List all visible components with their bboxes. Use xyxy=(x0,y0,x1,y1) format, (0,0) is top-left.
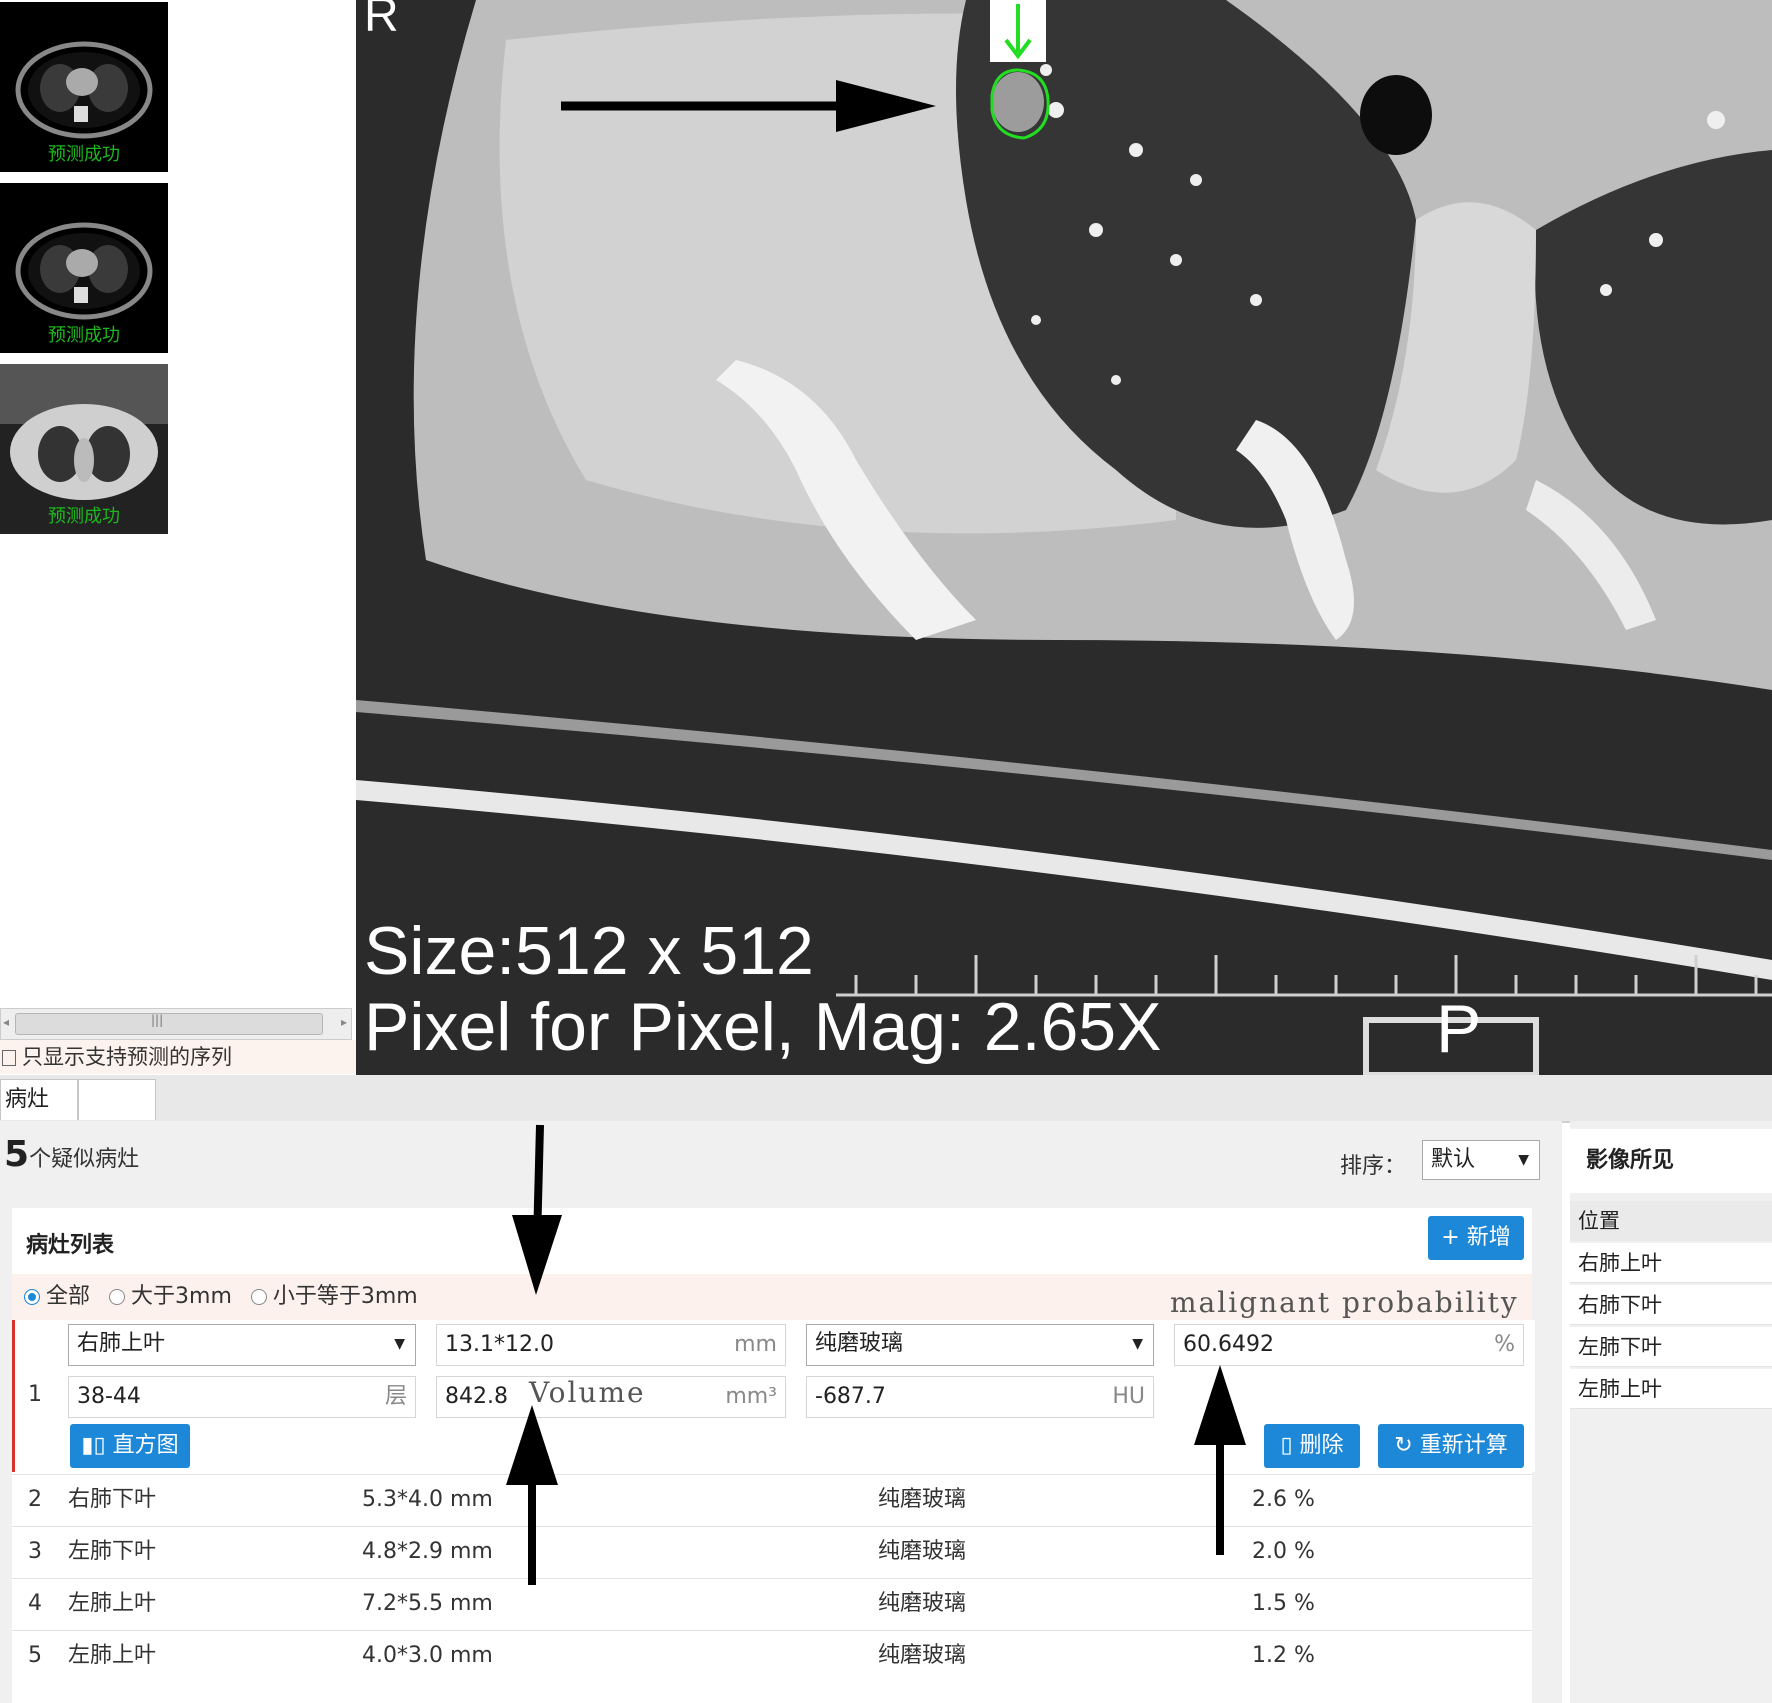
thumbnail-caption: 预测成功 xyxy=(48,144,120,165)
scrollbar-thumb[interactable] xyxy=(15,1013,323,1035)
magnification-label: Pixel for Pixel, Mag: 2.65X xyxy=(364,989,1162,1065)
series-thumbnail-3[interactable]: 预测成功 xyxy=(0,364,168,534)
arrow-up-head-volume xyxy=(506,1405,558,1485)
ct-image-viewer[interactable]: R Size:512 x 512 Pixel for Pixel, Mag: 2… xyxy=(356,0,1772,1075)
scroll-right-icon[interactable]: ▸ xyxy=(341,1015,347,1029)
series-thumbnail-2[interactable]: 预测成功 xyxy=(0,183,168,353)
image-size-label: Size:512 x 512 xyxy=(364,913,814,989)
thumbnail-scrollbar[interactable]: ◂ ||| ▸ xyxy=(0,1008,352,1040)
checkbox-icon[interactable] xyxy=(2,1050,16,1066)
orientation-label-bottom: P xyxy=(1436,991,1482,1067)
scroll-left-icon[interactable]: ◂ xyxy=(3,1015,9,1029)
series-filter-label: 只显示支持预测的序列 xyxy=(22,1045,232,1069)
findings-item[interactable]: 左肺上叶 xyxy=(1570,1369,1772,1409)
orientation-label-top: R xyxy=(364,0,399,42)
arrow-up-head-probability xyxy=(1194,1365,1246,1445)
findings-item[interactable]: 左肺下叶 xyxy=(1570,1327,1772,1367)
series-thumbnail-panel: 预测成功 预测成功 预测成功 xyxy=(0,0,356,1080)
thumbnail-caption: 预测成功 xyxy=(48,506,120,527)
series-thumbnail-1[interactable]: 预测成功 xyxy=(0,2,168,172)
findings-panel: 影像所见 位置 右肺上叶 右肺下叶 左肺下叶 左肺上叶 xyxy=(1570,1121,1772,1703)
findings-item[interactable]: 右肺下叶 xyxy=(1570,1285,1772,1325)
series-filter-checkbox-row[interactable]: 只显示支持预测的序列 xyxy=(0,1040,356,1074)
findings-item[interactable]: 右肺上叶 xyxy=(1570,1243,1772,1283)
grip-icon: ||| xyxy=(151,1013,164,1027)
thumbnail-caption: 预测成功 xyxy=(48,325,120,346)
findings-title: 影像所见 xyxy=(1570,1129,1772,1193)
arrow-down-head xyxy=(512,1215,562,1295)
findings-column-header: 位置 xyxy=(1570,1201,1772,1241)
annotation-arrows xyxy=(506,1124,1246,1585)
